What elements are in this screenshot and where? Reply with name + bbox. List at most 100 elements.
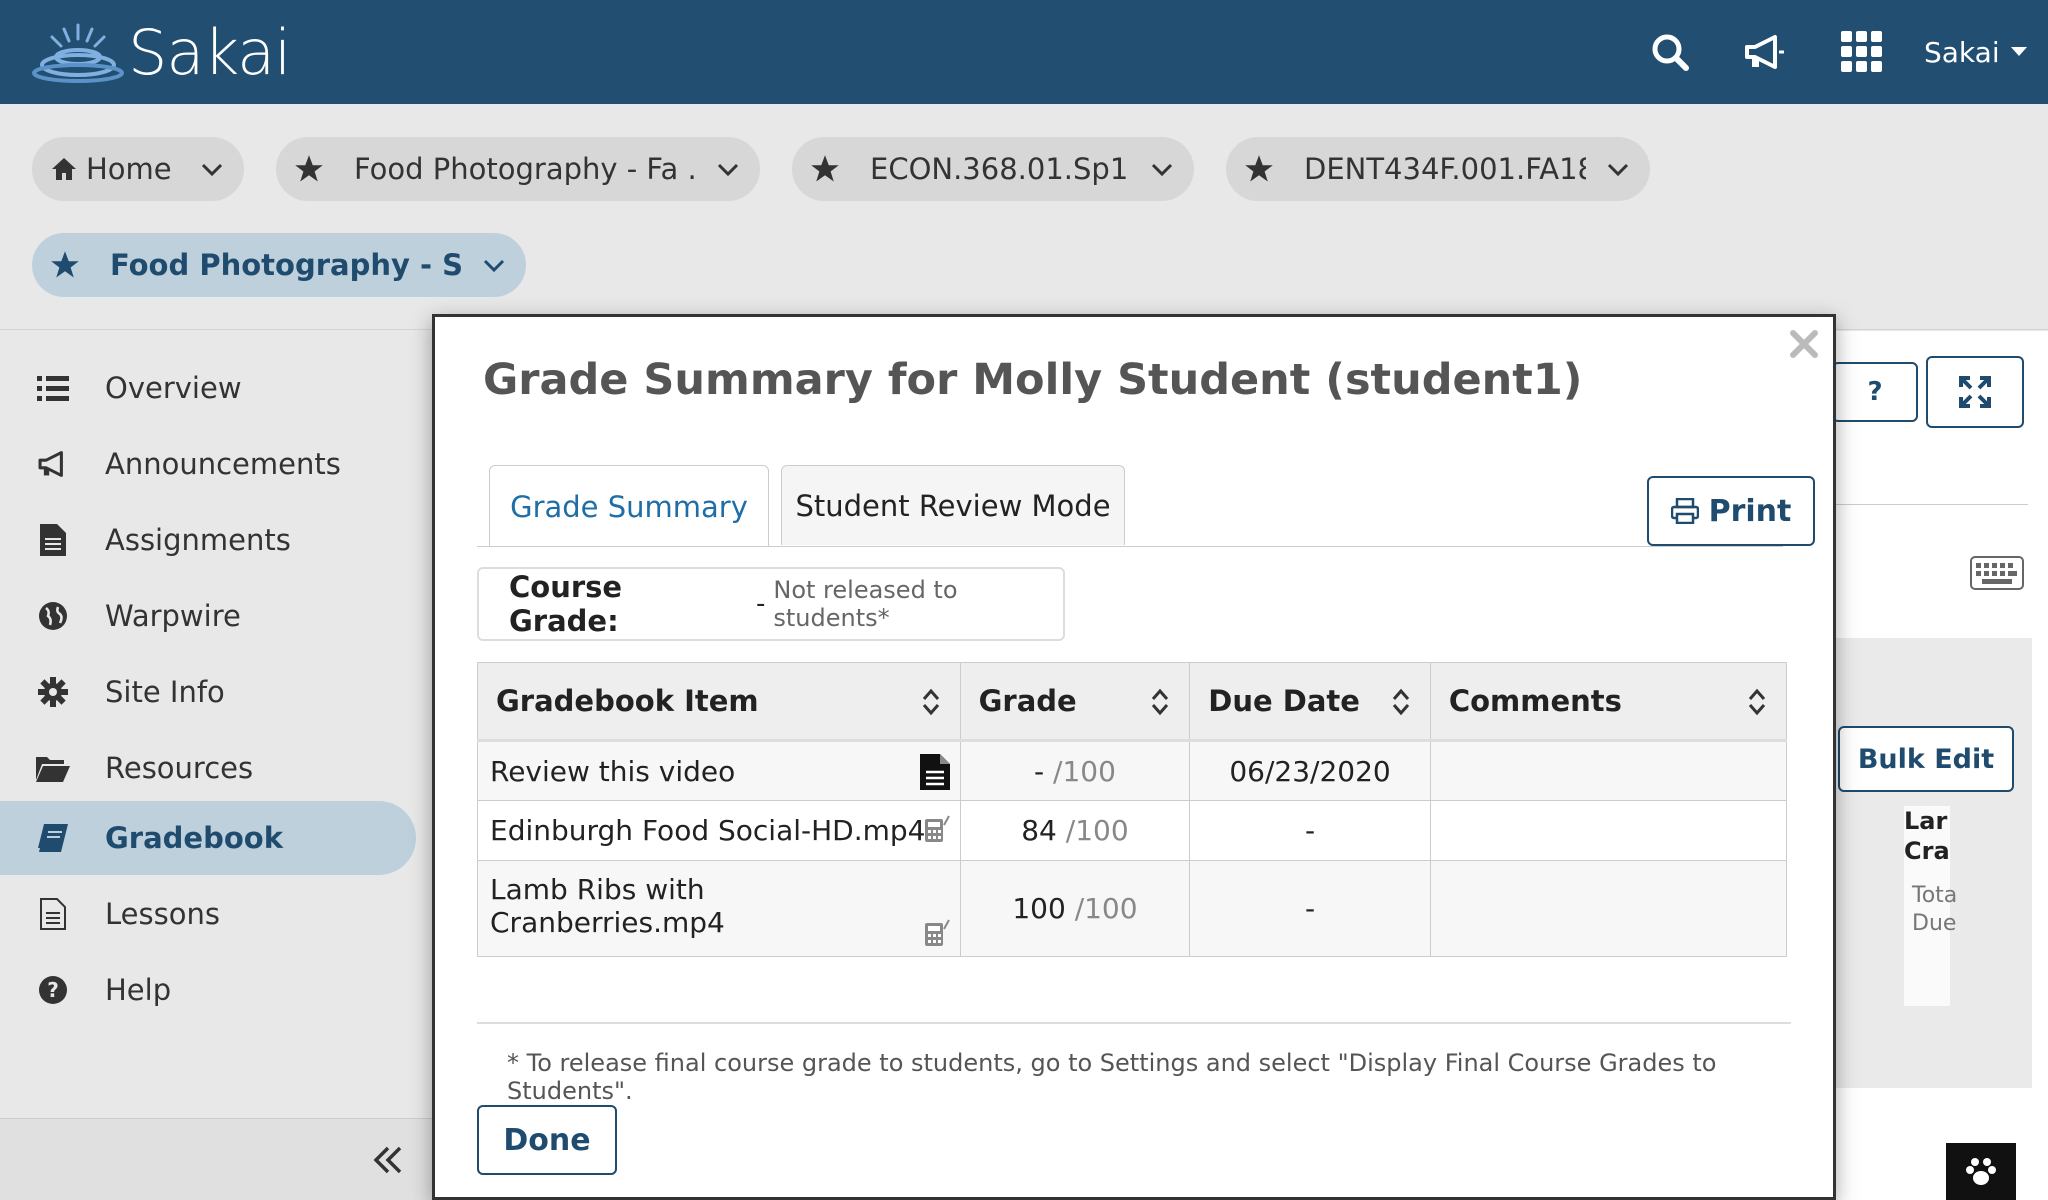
- star-icon[interactable]: [810, 154, 840, 184]
- item-name: Lamb Ribs with Cranberries.mp4: [490, 873, 725, 939]
- grade-value: 84: [1021, 814, 1057, 847]
- sidebar-item-announcements[interactable]: Announcements: [0, 427, 416, 501]
- help-button[interactable]: ?: [1832, 362, 1918, 422]
- header-label: Due Date: [1208, 684, 1360, 718]
- cell-comments: [1429, 740, 1788, 801]
- file-text-icon[interactable]: [919, 754, 950, 790]
- sidebar-item-label: Overview: [105, 371, 242, 405]
- cell-comments: [1429, 800, 1788, 861]
- course-grade-value: Not released to students*: [773, 576, 958, 632]
- sidebar-item-label: Resources: [105, 751, 254, 785]
- sidebar-item-gradebook[interactable]: Gradebook: [0, 801, 416, 875]
- cell-grade: 84 /100: [959, 800, 1191, 861]
- cell-gradebook-item: Review this video: [477, 740, 961, 801]
- site-tab-label: ECON.368.01.Sp17: [870, 152, 1130, 186]
- course-grade-label: Course Grade:: [509, 570, 623, 638]
- keyboard-icon[interactable]: [1970, 556, 2024, 590]
- site-tab-dent[interactable]: DENT434F.001.FA18: [1226, 137, 1650, 201]
- sidebar-item-resources[interactable]: Resources: [0, 731, 416, 805]
- sidebar-item-warpwire[interactable]: Warpwire: [0, 579, 416, 653]
- cell-due-date: 06/23/2020: [1189, 740, 1431, 801]
- header-label: Comments: [1448, 684, 1622, 718]
- background-column-subtext: Tota Due: [1912, 883, 1958, 936]
- list-icon: [36, 371, 70, 405]
- site-navigation: Home Food Photography - Fa ... ECON.368.…: [0, 104, 2048, 330]
- sidebar-item-assignments[interactable]: Assignments: [0, 503, 416, 577]
- column-header-grade[interactable]: Grade: [959, 662, 1191, 742]
- sidebar-item-label: Assignments: [105, 523, 291, 557]
- modal-title: Grade Summary for Molly Student (student…: [483, 355, 1583, 405]
- column-header-comments[interactable]: Comments: [1429, 662, 1788, 742]
- search-icon[interactable]: [1648, 30, 1692, 74]
- grade-max: /100: [1065, 814, 1129, 847]
- site-tab-home[interactable]: Home: [32, 137, 244, 201]
- chevron-down-icon[interactable]: [1150, 157, 1174, 181]
- header-label: Grade: [978, 684, 1077, 718]
- background-divider: [1832, 504, 2028, 505]
- cell-grade: 100 /100: [959, 860, 1191, 957]
- chevron-down-icon[interactable]: [482, 253, 506, 277]
- cell-gradebook-item: Lamb Ribs with Cranberries.mp4: [477, 860, 961, 957]
- column-header-gradebook-item[interactable]: Gradebook Item: [477, 662, 961, 742]
- sidebar-item-label: Help: [105, 973, 172, 1007]
- printer-icon: [1670, 498, 1699, 524]
- sort-icon: [1392, 688, 1409, 716]
- sidebar-item-site-info[interactable]: Site Info: [0, 655, 416, 729]
- chevron-down-icon[interactable]: [1606, 157, 1630, 181]
- fullscreen-button[interactable]: [1926, 356, 2024, 428]
- background-column-header: Lar Cra: [1904, 807, 1950, 865]
- sidebar-item-help[interactable]: ? Help: [0, 953, 416, 1027]
- grade-value: -: [1034, 754, 1045, 788]
- star-icon[interactable]: [50, 250, 80, 280]
- double-chevron-left-icon[interactable]: [368, 1140, 408, 1180]
- site-tab-label: Food Photography - Sp ...: [110, 248, 462, 282]
- sidebar-item-lessons[interactable]: Lessons: [0, 877, 416, 951]
- sidebar-item-label: Announcements: [105, 447, 341, 481]
- sidebar-item-label: Site Info: [105, 675, 225, 709]
- grade-max: /100: [1074, 892, 1138, 925]
- print-label: Print: [1708, 493, 1792, 529]
- sakai-logo-icon: [32, 23, 124, 83]
- site-tab-food-photography-sp[interactable]: Food Photography - Sp ...: [32, 233, 526, 297]
- sakai-logo[interactable]: Sakai: [32, 15, 291, 89]
- sort-icon: [1748, 688, 1766, 716]
- chevron-down-icon[interactable]: [200, 157, 224, 181]
- cell-comments: [1429, 860, 1788, 957]
- user-menu[interactable]: Sakai: [1924, 30, 2028, 74]
- caret-down-icon: [2010, 47, 2027, 56]
- svg-text:?: ?: [47, 978, 59, 1002]
- tool-sidebar: Overview Announcements Assignments Warpw…: [0, 331, 432, 1200]
- gear-icon: [36, 675, 70, 709]
- site-tab-econ[interactable]: ECON.368.01.Sp17: [792, 137, 1194, 201]
- sort-icon: [922, 688, 939, 716]
- sort-icon: [1152, 688, 1169, 716]
- bulk-edit-button[interactable]: Bulk Edit: [1838, 726, 2014, 792]
- close-icon[interactable]: [1787, 327, 1821, 361]
- apps-grid-icon[interactable]: [1840, 30, 1884, 74]
- megaphone-icon[interactable]: [1742, 30, 1786, 74]
- user-label: Sakai: [1924, 35, 2000, 69]
- tab-student-review-mode[interactable]: Student Review Mode: [781, 465, 1125, 545]
- star-icon[interactable]: [1244, 154, 1274, 184]
- star-icon[interactable]: [294, 154, 324, 184]
- sidebar-item-label: Gradebook: [105, 821, 283, 855]
- grades-table: Gradebook Item Grade Due Date Comments R…: [477, 662, 1788, 957]
- done-button[interactable]: Done: [477, 1105, 617, 1175]
- column-header-due-date[interactable]: Due Date: [1189, 662, 1431, 742]
- calculator-icon: [924, 815, 950, 842]
- site-tab-food-photography-fa[interactable]: Food Photography - Fa ...: [276, 137, 760, 201]
- cell-gradebook-item: Edinburgh Food Social-HD.mp4: [477, 800, 961, 861]
- paw-icon[interactable]: [1946, 1143, 2016, 1200]
- grade-summary-modal: Grade Summary for Molly Student (student…: [432, 314, 1836, 1200]
- print-button[interactable]: Print: [1647, 476, 1815, 546]
- course-grade-box: Course Grade: - Not released to students…: [477, 567, 1065, 641]
- grade-max: /100: [1053, 754, 1116, 788]
- home-icon: [52, 158, 76, 180]
- logo-text: Sakai: [128, 15, 291, 89]
- table-row: Review this video - /100 06/23/2020: [477, 740, 1788, 801]
- chevron-down-icon[interactable]: [716, 157, 740, 181]
- calculator-icon: [924, 919, 950, 946]
- tab-grade-summary[interactable]: Grade Summary: [489, 465, 769, 547]
- sidebar-item-overview[interactable]: Overview: [0, 351, 416, 425]
- sidebar-item-label: Lessons: [105, 897, 220, 931]
